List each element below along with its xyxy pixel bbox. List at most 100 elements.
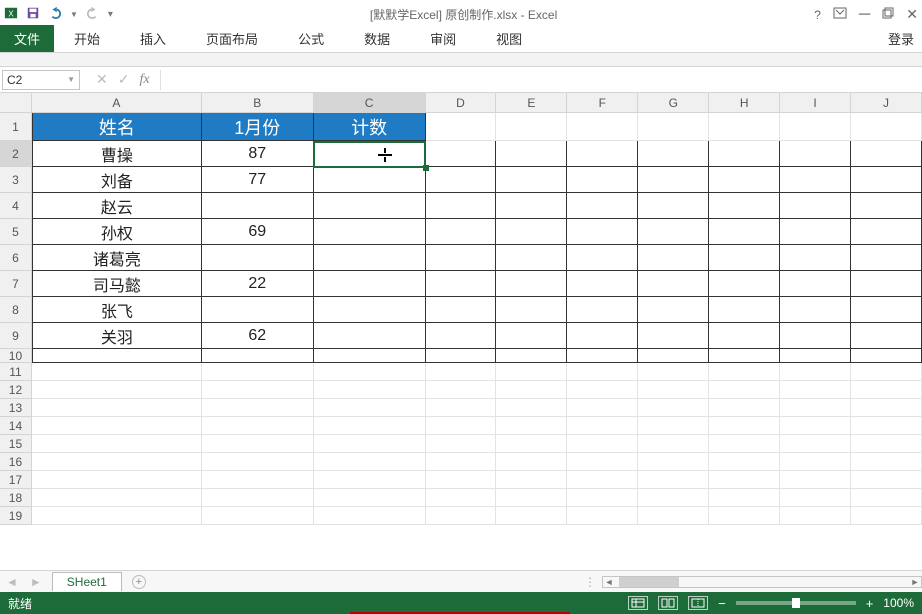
cell-C4[interactable] (314, 193, 426, 219)
cell-A9[interactable]: 关羽 (32, 323, 202, 349)
row-header[interactable]: 5 (0, 219, 32, 245)
tab-home[interactable]: 开始 (54, 25, 120, 52)
horizontal-scrollbar[interactable]: ◄ ► (602, 576, 922, 588)
cell-B3[interactable]: 77 (202, 167, 314, 193)
col-header-B[interactable]: B (202, 93, 314, 113)
col-header-H[interactable]: H (709, 93, 780, 113)
tab-data[interactable]: 数据 (344, 25, 410, 52)
sign-in-link[interactable]: 登录 (880, 25, 922, 52)
cell-A8[interactable]: 张飞 (32, 297, 202, 323)
tab-formulas[interactable]: 公式 (278, 25, 344, 52)
row-header[interactable]: 10 (0, 349, 32, 363)
col-header-A[interactable]: A (32, 93, 202, 113)
cell-C10[interactable] (314, 349, 426, 363)
cell-C2[interactable] (314, 141, 426, 167)
row-header[interactable]: 17 (0, 471, 32, 489)
row-header[interactable]: 16 (0, 453, 32, 471)
col-header-J[interactable]: J (851, 93, 922, 113)
row-header[interactable]: 1 (0, 113, 32, 141)
row-header[interactable]: 19 (0, 507, 32, 525)
zoom-level[interactable]: 100% (883, 596, 914, 610)
close-icon[interactable]: ✕ (906, 6, 918, 23)
cell-A3[interactable]: 刘备 (32, 167, 202, 193)
tab-layout[interactable]: 页面布局 (186, 25, 278, 52)
help-icon[interactable]: ? (814, 8, 821, 22)
scroll-thumb[interactable] (619, 577, 679, 587)
save-icon[interactable] (26, 6, 40, 23)
chevron-down-icon[interactable]: ▼ (70, 10, 78, 19)
tab-view[interactable]: 视图 (476, 25, 542, 52)
restore-icon[interactable] (882, 7, 894, 22)
row-header[interactable]: 14 (0, 417, 32, 435)
col-header-F[interactable]: F (567, 93, 638, 113)
cell-B5[interactable]: 69 (202, 219, 314, 245)
cell-B7[interactable]: 22 (202, 271, 314, 297)
cell-B4[interactable] (202, 193, 314, 219)
view-page-break-icon[interactable] (688, 596, 708, 610)
chevron-down-icon[interactable]: ▼ (67, 75, 75, 84)
sheet-tab[interactable]: SHeet1 (52, 572, 122, 591)
cell-C7[interactable] (314, 271, 426, 297)
cell-B1[interactable]: 1月份 (202, 113, 314, 141)
col-header-C[interactable]: C (314, 93, 426, 113)
row-header[interactable]: 2 (0, 141, 32, 167)
sheet-nav-next-icon[interactable]: ► (24, 575, 48, 589)
redo-icon[interactable] (86, 6, 100, 23)
view-page-layout-icon[interactable] (658, 596, 678, 610)
row-header[interactable]: 8 (0, 297, 32, 323)
col-header-E[interactable]: E (496, 93, 567, 113)
fill-handle[interactable] (423, 165, 429, 171)
cell-C6[interactable] (314, 245, 426, 271)
cell-C8[interactable] (314, 297, 426, 323)
row-header[interactable]: 15 (0, 435, 32, 453)
row-header[interactable]: 18 (0, 489, 32, 507)
cell-A10[interactable] (32, 349, 202, 363)
spreadsheet-grid[interactable]: A B C D E F G H I J 1 姓名 1月份 计数 2 曹操 (0, 93, 922, 570)
cell-B2[interactable]: 87 (202, 141, 314, 167)
minimize-icon[interactable]: ─ (859, 11, 870, 19)
row-header[interactable]: 13 (0, 399, 32, 417)
formula-input[interactable] (160, 70, 922, 90)
cell-C1[interactable]: 计数 (314, 113, 426, 141)
cell-C3[interactable] (314, 167, 426, 193)
row-header[interactable]: 9 (0, 323, 32, 349)
col-header-I[interactable]: I (780, 93, 851, 113)
col-header-D[interactable]: D (426, 93, 497, 113)
cell-B8[interactable] (202, 297, 314, 323)
row-header[interactable]: 6 (0, 245, 32, 271)
cell-B10[interactable] (202, 349, 314, 363)
cell-B9[interactable]: 62 (202, 323, 314, 349)
tab-insert[interactable]: 插入 (120, 25, 186, 52)
tab-file[interactable]: 文件 (0, 25, 54, 52)
cell-A7[interactable]: 司马懿 (32, 271, 202, 297)
ribbon-display-options-icon[interactable] (833, 7, 847, 22)
tab-review[interactable]: 审阅 (410, 25, 476, 52)
cell-A1[interactable]: 姓名 (32, 113, 202, 141)
cell-B6[interactable] (202, 245, 314, 271)
zoom-in-button[interactable]: + (866, 596, 874, 611)
col-header-G[interactable]: G (638, 93, 709, 113)
scroll-left-icon[interactable]: ◄ (603, 577, 615, 587)
zoom-slider-knob[interactable] (792, 598, 800, 608)
row-header[interactable]: 7 (0, 271, 32, 297)
cell-A2[interactable]: 曹操 (32, 141, 202, 167)
row-header[interactable]: 4 (0, 193, 32, 219)
cell-A6[interactable]: 诸葛亮 (32, 245, 202, 271)
undo-icon[interactable] (48, 6, 62, 23)
row-header[interactable]: 11 (0, 363, 32, 381)
row-header[interactable]: 3 (0, 167, 32, 193)
zoom-out-button[interactable]: − (718, 596, 726, 611)
add-sheet-button[interactable]: + (132, 575, 146, 589)
row-header[interactable]: 12 (0, 381, 32, 399)
insert-function-button[interactable]: fx (139, 72, 149, 88)
cell-C9[interactable] (314, 323, 426, 349)
cell-C5[interactable] (314, 219, 426, 245)
cell-A4[interactable]: 赵云 (32, 193, 202, 219)
select-all-corner[interactable] (0, 93, 32, 113)
name-box[interactable]: C2 ▼ (2, 70, 80, 90)
view-normal-icon[interactable] (628, 596, 648, 610)
scroll-right-icon[interactable]: ► (909, 577, 921, 587)
cell-A5[interactable]: 孙权 (32, 219, 202, 245)
split-handle[interactable]: ⋮ (578, 575, 602, 589)
sheet-nav-prev-icon[interactable]: ◄ (0, 575, 24, 589)
